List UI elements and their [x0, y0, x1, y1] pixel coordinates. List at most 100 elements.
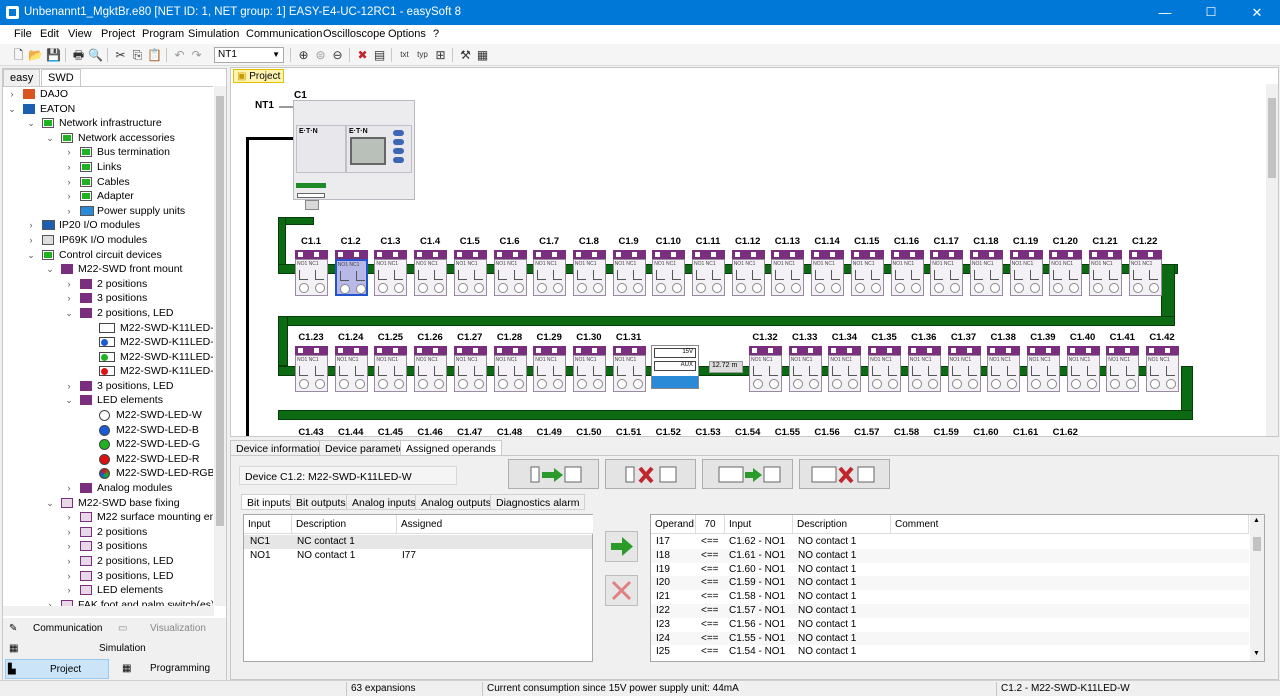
menu-file[interactable]: File — [14, 28, 32, 40]
menu-edit[interactable]: Edit — [40, 28, 59, 40]
connect-icon[interactable]: ⊞ — [432, 47, 449, 63]
col-input[interactable]: Input — [244, 515, 292, 534]
tree-item[interactable]: M22-SWD-K11LED-W — [3, 321, 213, 336]
table-row[interactable]: I17 <== C1.62 - NO1 NO contact 1 — [651, 535, 1249, 549]
tree-item[interactable]: › M22 surface mounting en — [3, 510, 214, 525]
swd-module[interactable]: NO1 NC1 — [572, 250, 606, 296]
tree-item[interactable]: › IP20 I/O modules — [3, 218, 213, 233]
mode-simulation[interactable]: ▦ Simulation — [7, 639, 224, 659]
swd-module[interactable]: NO1 NC1 — [868, 346, 902, 392]
swd-module[interactable]: NO1 NC1 — [987, 346, 1021, 392]
chevron-right-icon[interactable]: › — [64, 510, 74, 525]
chevron-right-icon[interactable]: › — [64, 277, 74, 292]
swd-module[interactable]: NO1 NC1 — [692, 250, 725, 296]
swd-module[interactable]: NO1 NC1 — [1009, 250, 1043, 296]
tree-item[interactable]: › LED elements — [3, 583, 213, 598]
table-row[interactable]: I24 <== C1.55 - NO1 NO contact 1 — [651, 631, 1249, 646]
swd-module[interactable]: NO1 NC1 — [414, 346, 448, 392]
chevron-right-icon[interactable]: › — [26, 233, 36, 248]
net-selector[interactable]: NT1 ▼ — [214, 47, 284, 63]
tree-item[interactable]: M22-SWD-K11LED-B — [3, 335, 213, 350]
tree-item[interactable]: ⌄ 2 positions, LED — [3, 306, 213, 321]
col-assigned[interactable]: Assigned — [397, 515, 593, 534]
swd-module[interactable]: NO1 NC1 — [1049, 250, 1083, 296]
swd-module[interactable]: NO1 NC1 — [493, 346, 527, 392]
tab-easy[interactable]: easy — [3, 69, 41, 86]
zoom-in-icon[interactable]: ⊕ — [295, 47, 312, 63]
project-workspace[interactable]: ▣ Project NT1 C1 E·T·N E·T·N C1.1 NO1 NC1… — [230, 67, 1279, 437]
power-supply-module[interactable]: 15V AUX — [651, 345, 699, 389]
table-row[interactable]: NO1 NO contact 1 I77 — [244, 549, 592, 563]
chevron-right-icon[interactable]: › — [64, 204, 74, 219]
swd-module[interactable]: NO1 NC1 — [788, 346, 822, 392]
chevron-down-icon[interactable]: ⌄ — [45, 262, 55, 277]
paste-icon[interactable]: 📋 — [146, 47, 163, 63]
tree-item[interactable]: M22-SWD-K11LED-G — [3, 350, 213, 365]
chevron-down-icon[interactable]: ⌄ — [64, 393, 74, 408]
tree-item[interactable]: › IP69K I/O modules — [3, 233, 213, 248]
swd-module[interactable]: NO1 NC1 — [828, 346, 862, 392]
col-operand[interactable]: Operand — [651, 515, 696, 534]
chevron-right-icon[interactable]: › — [64, 160, 74, 175]
swd-module[interactable]: NO1 NC1 — [749, 346, 782, 392]
assign-button[interactable] — [605, 531, 638, 562]
chevron-right-icon[interactable]: › — [7, 87, 17, 102]
swd-module[interactable]: NO1 NC1 — [334, 250, 368, 296]
chevron-right-icon[interactable]: › — [64, 569, 74, 584]
swd-module[interactable]: NO1 NC1 — [811, 250, 845, 296]
chevron-right-icon[interactable]: › — [64, 291, 74, 306]
properties-icon[interactable]: ▤ — [371, 47, 388, 63]
tree-item[interactable]: › 2 positions — [3, 277, 213, 292]
tree-item[interactable]: M22-SWD-LED-G — [3, 437, 213, 452]
col-comment[interactable]: Comment — [891, 515, 1249, 534]
swd-module[interactable]: NO1 NC1 — [930, 250, 964, 296]
chevron-right-icon[interactable]: › — [64, 379, 74, 394]
swd-module[interactable]: NO1 NC1 — [612, 250, 646, 296]
mode-communication[interactable]: ✎ Communication — [7, 619, 112, 639]
minimize-button[interactable]: — — [1142, 0, 1188, 25]
swd-module[interactable]: NO1 NC1 — [493, 250, 527, 296]
chevron-right-icon[interactable]: › — [64, 145, 74, 160]
assign-all-button[interactable] — [508, 459, 599, 489]
chevron-down-icon[interactable]: ⌄ — [64, 306, 74, 321]
tree-item[interactable]: ⌄ EATON — [3, 102, 213, 117]
chevron-down-icon[interactable]: ⌄ — [7, 102, 17, 117]
menu-options[interactable]: Options — [388, 28, 426, 40]
swd-module[interactable]: NO1 NC1 — [295, 250, 328, 296]
save-icon[interactable]: 💾 — [45, 47, 62, 63]
table-row[interactable]: I23 <== C1.56 - NO1 NO contact 1 — [651, 618, 1249, 632]
chevron-down-icon[interactable]: ⌄ — [26, 248, 36, 263]
open-icon[interactable]: 📂 — [27, 47, 44, 63]
type-icon[interactable]: typ — [414, 47, 431, 63]
delete-module-icon[interactable]: ✖ — [354, 47, 371, 63]
tree-item[interactable]: ⌄ Network accessories — [3, 131, 213, 146]
remove-assignment-button[interactable] — [605, 459, 696, 489]
swd-module[interactable]: NO1 NC1 — [1128, 250, 1162, 296]
menu-communication[interactable]: Communication — [246, 28, 322, 40]
tab-device-information[interactable]: Device information — [230, 440, 329, 456]
swd-module[interactable]: NO1 NC1 — [969, 250, 1003, 296]
swd-module[interactable]: NO1 NC1 — [1089, 250, 1122, 296]
table-row[interactable]: I22 <== C1.57 - NO1 NO contact 1 — [651, 604, 1249, 618]
chevron-right-icon[interactable]: › — [45, 598, 55, 606]
swd-module[interactable]: NO1 NC1 — [771, 250, 805, 296]
chevron-right-icon[interactable]: › — [64, 583, 74, 598]
swd-module[interactable]: NO1 NC1 — [572, 346, 606, 392]
col-input[interactable]: Input — [725, 515, 793, 534]
zoom-out-icon[interactable]: ⊖ — [329, 47, 346, 63]
swd-module[interactable]: NO1 NC1 — [850, 250, 884, 296]
tree-item[interactable]: ⌄ LED elements — [3, 393, 213, 408]
tree-item[interactable]: › FAK foot and palm switch(es) — [3, 598, 213, 606]
tree-item[interactable]: › 3 positions — [3, 291, 213, 306]
swd-module[interactable]: NO1 NC1 — [1026, 346, 1060, 392]
menu-view[interactable]: View — [68, 28, 92, 40]
tree-item[interactable]: › DAJO — [3, 87, 213, 102]
tree-item[interactable]: › Bus termination — [3, 145, 213, 160]
zoom-reset-icon[interactable]: ⊜ — [312, 47, 329, 63]
chevron-right-icon[interactable]: › — [64, 481, 74, 496]
print-icon[interactable]: 🖶 — [70, 47, 87, 63]
tree-item[interactable]: › 3 positions, LED — [3, 569, 213, 584]
chevron-right-icon[interactable]: › — [64, 525, 74, 540]
swd-module[interactable]: NO1 NC1 — [1066, 346, 1100, 392]
tree-scrollbar[interactable] — [214, 86, 226, 606]
